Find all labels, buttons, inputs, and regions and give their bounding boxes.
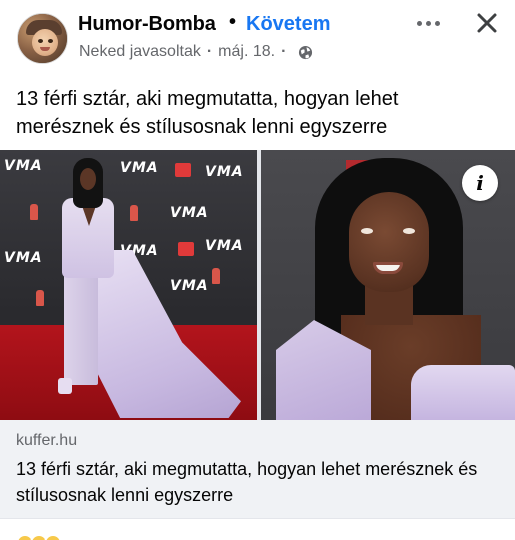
vma-logo: VMA [170,278,209,294]
ad-info-icon[interactable]: i [462,165,498,201]
moonman-logo [212,268,220,284]
portrait-face [349,192,429,292]
post-caption: 13 férfi sztár, aki megmutatta, hogyan l… [16,88,399,138]
meta-separator: · [206,43,213,60]
portrait-jacket-right [411,365,515,420]
post-date-link[interactable]: máj. 18. [218,43,275,61]
moonman-logo [130,205,138,221]
page-avatar[interactable] [17,13,68,64]
link-preview[interactable]: kuffer.hu 13 férfi sztár, aki megmutatta… [0,420,515,518]
vma-logo: VMA [205,164,244,180]
more-options-icon[interactable] [414,9,442,37]
close-icon[interactable] [472,8,502,38]
follow-button[interactable]: Követem [246,13,330,36]
photo-red-carpet-full[interactable]: VMA VMA VMA VMA VMA VMA VMA VMA [0,150,257,420]
reaction-icons[interactable] [16,534,62,540]
reaction-icon [44,534,62,540]
vma-logo: VMA [4,250,43,266]
feed-post: Humor-Bomba • Követem Neked javasoltak ·… [0,0,515,540]
mtv-logo [175,163,191,177]
page-name-link[interactable]: Humor-Bomba [78,13,216,36]
divider [0,518,515,519]
post-meta: Neked javasoltak · máj. 18. · [79,43,313,61]
moonman-logo [30,204,38,220]
header-separator: • [229,11,237,33]
vma-logo: VMA [4,158,43,174]
link-domain: kuffer.hu [16,432,78,449]
moonman-logo [36,290,44,306]
suggested-label: Neked javasoltak [79,43,201,60]
post-header: Humor-Bomba • Követem Neked javasoltak ·… [0,0,515,80]
vma-logo: VMA [120,160,159,176]
vma-logo: VMA [170,205,209,221]
post-media[interactable]: VMA VMA VMA VMA VMA VMA VMA VMA [0,150,515,420]
mtv-logo [178,242,194,256]
figure-legs [64,275,98,385]
vma-logo: VMA [205,238,244,254]
globe-icon [299,45,313,59]
link-title[interactable]: 13 férfi sztár, aki megmutatta, hogyan l… [16,456,511,508]
figure-head [80,168,96,190]
meta-separator-2: · [281,43,287,60]
